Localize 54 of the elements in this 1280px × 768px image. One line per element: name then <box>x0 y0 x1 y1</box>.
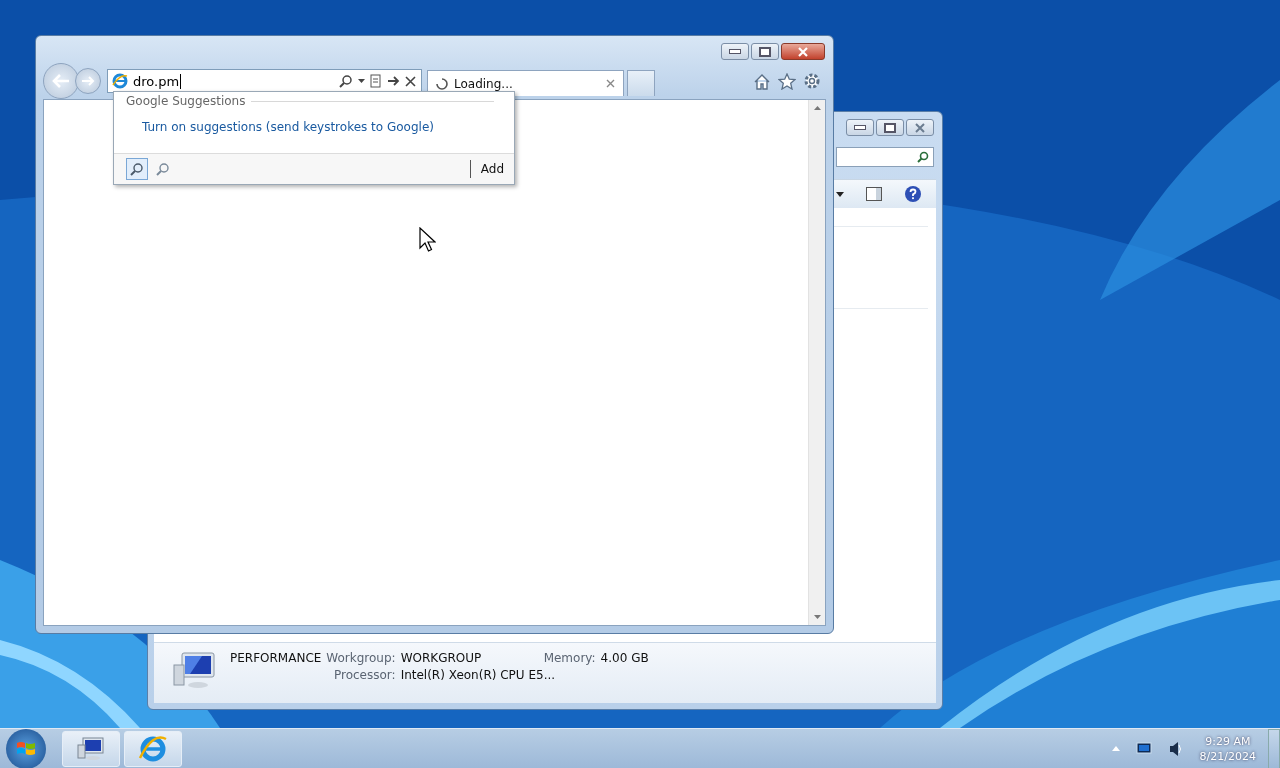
caret-icon[interactable] <box>836 191 844 197</box>
close-icon <box>914 122 926 133</box>
close-icon[interactable] <box>606 79 615 88</box>
close-button[interactable] <box>781 43 825 60</box>
suggestions-link[interactable]: Turn on suggestions (send keystrokes to Google) <box>114 108 434 134</box>
search-field[interactable] <box>836 147 934 167</box>
search-icon <box>917 151 929 163</box>
forward-arrow-icon <box>81 75 95 87</box>
scrollbar[interactable] <box>808 100 825 625</box>
close-icon <box>797 46 809 57</box>
detail-value: 4.00 GB <box>600 651 649 665</box>
maximize-button[interactable] <box>876 119 904 136</box>
clock-time: 9:29 AM <box>1205 733 1251 749</box>
address-text: dro.pm <box>133 73 182 89</box>
detail-label: Memory: <box>543 651 596 665</box>
search-icon[interactable] <box>339 74 353 88</box>
go-arrow-icon[interactable] <box>387 75 400 87</box>
maximize-button[interactable] <box>751 43 779 60</box>
search-icon <box>130 162 144 176</box>
minimize-button[interactable] <box>721 43 749 60</box>
clock-date: 8/21/2024 <box>1199 748 1256 764</box>
computer-icon <box>76 735 106 762</box>
preview-pane-icon[interactable] <box>866 187 882 201</box>
globe-icon <box>138 733 168 764</box>
back-arrow-icon <box>51 73 71 89</box>
detail-label: Processor: <box>333 668 396 682</box>
detail-value: Intel(R) Xeon(R) CPU E5... <box>400 668 557 682</box>
detail-value: WORKGROUP <box>400 651 483 665</box>
address-bar[interactable]: dro.pm <box>107 69 422 93</box>
compatibility-icon[interactable] <box>370 74 382 88</box>
star-icon[interactable] <box>778 72 796 90</box>
computer-name: PERFORMANCE <box>230 651 322 665</box>
volume-icon[interactable] <box>1167 740 1182 757</box>
computer-icon <box>172 651 218 691</box>
mouse-pointer-icon <box>419 227 436 253</box>
search-icon <box>156 162 170 176</box>
close-button[interactable] <box>906 119 934 136</box>
add-button[interactable]: Add <box>469 160 506 178</box>
globe-icon <box>112 73 128 89</box>
help-icon[interactable] <box>904 185 922 203</box>
stop-icon[interactable] <box>405 75 416 87</box>
minimize-button[interactable] <box>846 119 874 136</box>
loading-icon <box>436 77 448 90</box>
home-icon[interactable] <box>753 72 771 90</box>
scroll-down-icon[interactable] <box>813 615 821 619</box>
caret-icon[interactable] <box>358 79 365 83</box>
taskbar-app-button[interactable] <box>62 730 120 767</box>
search-provider-button[interactable] <box>126 158 148 180</box>
settings-icon[interactable] <box>803 72 821 90</box>
network-icon[interactable] <box>1135 742 1152 755</box>
start-button[interactable] <box>6 728 46 768</box>
detail-label: Workgroup: <box>326 651 396 665</box>
suggestions-heading: Google Suggestions <box>126 94 246 108</box>
browser-tab[interactable]: Loading... <box>427 70 624 96</box>
